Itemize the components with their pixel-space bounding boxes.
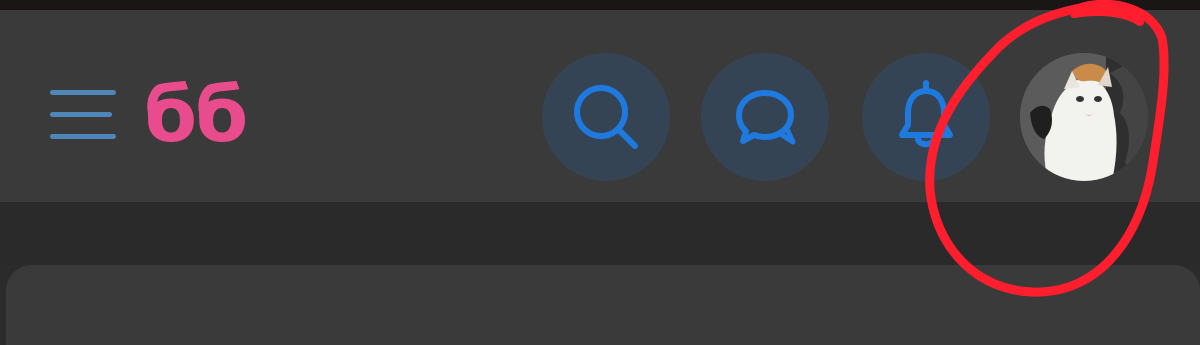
menu-bar [50, 134, 116, 139]
search-icon [574, 85, 638, 149]
top-strip [0, 0, 1200, 10]
messages-button[interactable] [701, 53, 829, 181]
content-gap [0, 202, 1200, 265]
brand-logo[interactable]: бб [144, 70, 248, 160]
user-avatar[interactable] [1020, 53, 1148, 181]
hamburger-menu-icon[interactable] [50, 90, 116, 142]
avatar-image [1020, 53, 1148, 181]
notifications-button[interactable] [862, 53, 990, 181]
app-header: бб [0, 10, 1200, 202]
menu-bar [50, 90, 116, 95]
search-button[interactable] [542, 53, 670, 181]
chat-bubble-icon [736, 90, 796, 145]
content-card [6, 265, 1200, 345]
menu-bar [50, 112, 112, 117]
bell-icon [899, 80, 953, 148]
